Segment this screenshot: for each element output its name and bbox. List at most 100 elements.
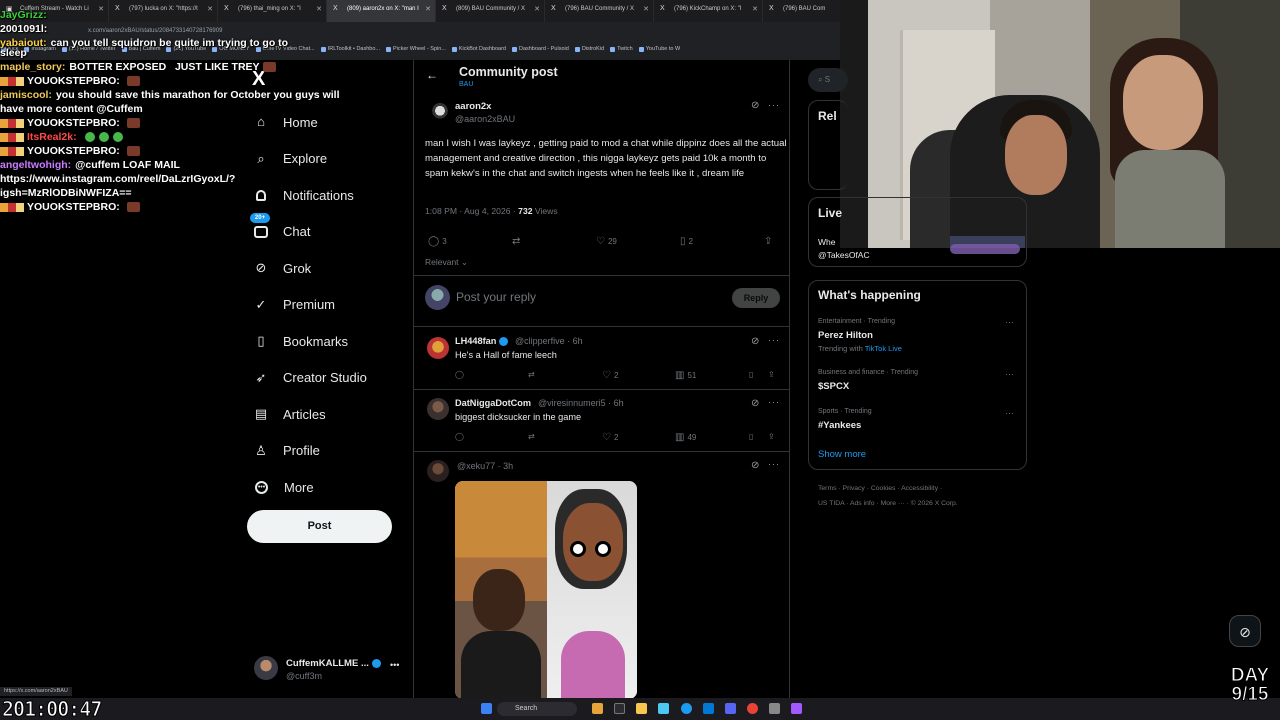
- more-dots-icon[interactable]: ···: [768, 397, 780, 407]
- close-icon[interactable]: ✕: [752, 5, 758, 13]
- browser-tab[interactable]: X (809) BAU Community / X ✕: [436, 0, 545, 22]
- repost-icon[interactable]: ⇄: [528, 370, 535, 379]
- reply-author-name[interactable]: LH448fan: [455, 336, 509, 347]
- live-item-handle[interactable]: @TakesOfAC: [818, 250, 870, 260]
- grok-icon[interactable]: ⊘: [751, 336, 759, 347]
- share-action[interactable]: ⇪: [764, 236, 775, 247]
- link-status-url: https://x.com/aaron2xBAU: [0, 687, 72, 696]
- nav-item-more[interactable]: ••• More: [252, 469, 412, 506]
- reply-action[interactable]: ◯ 3: [428, 236, 447, 247]
- nav-item-bookmarks[interactable]: ▯ Bookmarks: [252, 323, 412, 360]
- post-avatar[interactable]: [429, 102, 451, 124]
- nav-item-chat[interactable]: Chat: [252, 214, 412, 251]
- account-name: CuffemKALLME ...: [286, 658, 381, 669]
- browser-tab[interactable]: X (796) KickChamp on X: "I ✕: [654, 0, 763, 22]
- reply-button[interactable]: Reply: [732, 288, 780, 308]
- windows-start-icon[interactable]: [481, 703, 492, 714]
- reply-avatar[interactable]: [427, 337, 449, 359]
- close-icon[interactable]: ✕: [425, 5, 431, 13]
- taskbar-search[interactable]: Search: [497, 702, 577, 716]
- repost-action[interactable]: ⇄: [512, 236, 523, 247]
- repost-icon[interactable]: ⇄: [528, 432, 535, 441]
- like-action[interactable]: ♡ 29: [596, 236, 617, 247]
- browser-tab[interactable]: X (796) BAU Community / X ✕: [545, 0, 654, 22]
- chrome-icon[interactable]: [747, 703, 758, 714]
- chat-message: ItsReal2k:: [0, 130, 420, 144]
- taskbar-app-icon[interactable]: [614, 703, 625, 714]
- more-dots-icon[interactable]: ···: [768, 100, 780, 110]
- bookmark-item[interactable]: Twitch: [609, 46, 638, 60]
- post-author-name[interactable]: aaron2x: [455, 101, 491, 112]
- footer-links[interactable]: US TIDA · Ads info · More ··· · © 2026 X…: [818, 500, 958, 507]
- bookmark-item[interactable]: KickBot Dashboard: [451, 46, 511, 60]
- grok-icon[interactable]: ⊘: [751, 460, 759, 471]
- taskbar-app-icon[interactable]: [791, 703, 802, 714]
- share-icon[interactable]: ⇪: [768, 432, 775, 441]
- nav-item-creator-studio[interactable]: ➶ Creator Studio: [252, 360, 412, 397]
- taskbar-app-icon[interactable]: [636, 703, 647, 714]
- trend-link[interactable]: TikTok Live: [865, 344, 902, 353]
- reply-avatar[interactable]: [427, 460, 449, 482]
- live-item-text[interactable]: Whe: [818, 237, 835, 247]
- trend-name[interactable]: $SPCX: [818, 381, 849, 392]
- grok-icon[interactable]: ⊘: [751, 100, 759, 111]
- taskbar-app-icon[interactable]: [725, 703, 736, 714]
- footer-links[interactable]: Terms · Privacy · Cookies · Accessibilit…: [818, 485, 942, 492]
- bookmark-item[interactable]: Dashboard - Pulsoid: [511, 46, 574, 60]
- nav-item-grok[interactable]: ⊘ Grok: [252, 250, 412, 287]
- taskbar-app-icon[interactable]: [592, 703, 603, 714]
- reply-media-image[interactable]: [455, 481, 637, 699]
- grok-floating-button[interactable]: ⊘: [1229, 615, 1261, 647]
- trend-name[interactable]: #Yankees: [818, 420, 861, 431]
- emote-icon: [126, 202, 140, 213]
- more-dots-icon[interactable]: •••: [390, 660, 399, 670]
- chat-message: https://www.instagram.com/reel/DaLzrIGyo…: [0, 172, 420, 186]
- reply-icon[interactable]: ◯: [455, 370, 464, 379]
- share-icon[interactable]: ⇪: [768, 370, 775, 379]
- account-switcher[interactable]: CuffemKALLME ... @cuff3m •••: [254, 656, 404, 686]
- community-link[interactable]: BAU: [459, 81, 473, 88]
- reply-avatar[interactable]: [427, 398, 449, 420]
- like-action[interactable]: ♡ 2: [602, 370, 618, 381]
- more-dots-icon[interactable]: ···: [768, 335, 780, 345]
- sort-dropdown[interactable]: Relevant ⌄: [425, 257, 468, 268]
- reply-author-name[interactable]: DatNiggaDotCom: [455, 398, 531, 408]
- more-dots-icon[interactable]: ···: [1005, 408, 1014, 418]
- taskbar-app-icon[interactable]: [658, 703, 669, 714]
- nav-item-profile[interactable]: ♙ Profile: [252, 433, 412, 470]
- more-icon: •••: [255, 480, 268, 494]
- views-action[interactable]: ▥ 49: [675, 432, 696, 443]
- grok-icon[interactable]: ⊘: [751, 398, 759, 409]
- close-icon[interactable]: ✕: [643, 5, 649, 13]
- like-action[interactable]: ♡ 2: [602, 432, 618, 443]
- reply-input[interactable]: Post your reply: [456, 290, 536, 304]
- taskbar-app-icon[interactable]: [703, 703, 714, 714]
- bookmark-item[interactable]: DistroKid: [574, 46, 609, 60]
- nav-item-articles[interactable]: ▤ Articles: [252, 396, 412, 433]
- views-action[interactable]: ▥ 51: [675, 370, 696, 381]
- bookmark-icon[interactable]: ▯: [749, 370, 753, 379]
- chat-message: YOUOKSTEPBRO:: [0, 200, 420, 214]
- reply-icon[interactable]: ◯: [455, 432, 464, 441]
- more-dots-icon[interactable]: ···: [1005, 369, 1014, 379]
- taskbar-app-icon[interactable]: [769, 703, 780, 714]
- show-more-link[interactable]: Show more: [818, 449, 866, 460]
- trend-name[interactable]: Perez Hilton: [818, 330, 873, 341]
- browser-tab[interactable]: X(796) BAU Com✕: [763, 0, 840, 22]
- reply-text: He's a Hall of fame leech: [455, 350, 557, 360]
- chat-text: have more content @Cuffem: [0, 103, 143, 115]
- post-author-handle[interactable]: @aaron2xBAU: [455, 114, 515, 124]
- taskbar-app-icon[interactable]: [681, 703, 692, 714]
- search-input[interactable]: ⌕ S: [808, 68, 848, 92]
- reply-author-handle: @viresinnumeri5 · 6h: [538, 398, 624, 408]
- close-icon[interactable]: ✕: [534, 5, 540, 13]
- back-arrow-icon[interactable]: ←: [426, 68, 438, 82]
- chat-badges-icon: [0, 76, 24, 86]
- bookmark-icon[interactable]: ▯: [749, 432, 753, 441]
- more-dots-icon[interactable]: ···: [1005, 317, 1014, 327]
- post-button[interactable]: Post: [247, 510, 392, 543]
- bookmark-item[interactable]: YouTube to W: [638, 46, 685, 60]
- nav-item-premium[interactable]: ✓ Premium: [252, 287, 412, 324]
- more-dots-icon[interactable]: ···: [768, 459, 780, 469]
- bookmark-action[interactable]: ▯ 2: [680, 236, 693, 247]
